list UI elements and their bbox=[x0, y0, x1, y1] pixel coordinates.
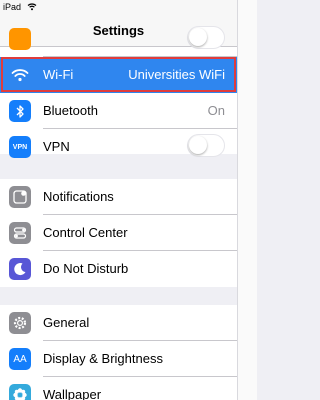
vpn-label: VPN bbox=[43, 139, 70, 154]
bluetooth-label: Bluetooth bbox=[43, 103, 98, 118]
display-icon-text: AA bbox=[13, 353, 27, 365]
display-brightness-label: Display & Brightness bbox=[43, 351, 163, 366]
airplane-mode-icon bbox=[9, 28, 31, 50]
bluetooth-icon bbox=[9, 100, 31, 122]
settings-row-bluetooth[interactable]: Bluetooth On bbox=[0, 93, 237, 129]
control-center-icon bbox=[9, 222, 31, 244]
wifi-label: Wi-Fi bbox=[43, 67, 74, 82]
settings-row-display-brightness[interactable]: AA Display & Brightness bbox=[0, 341, 237, 377]
status-bar: iPad bbox=[0, 0, 257, 14]
wifi-icon bbox=[9, 64, 31, 86]
vpn-toggle[interactable] bbox=[187, 134, 225, 157]
settings-row-do-not-disturb[interactable]: Do Not Disturb bbox=[0, 251, 237, 287]
network-group: Wi-Fi Universities WiFi Bluetooth On VPN… bbox=[0, 26, 237, 158]
display-brightness-icon: AA bbox=[9, 348, 31, 370]
settings-row-control-center[interactable]: Control Center bbox=[0, 215, 237, 251]
airplane-mode-toggle[interactable] bbox=[187, 26, 225, 49]
settings-row-wallpaper[interactable]: Wallpaper bbox=[0, 377, 237, 400]
wifi-network-name: Universities WiFi bbox=[128, 67, 225, 82]
vpn-icon-text: VPN bbox=[12, 143, 28, 151]
control-center-label: Control Center bbox=[43, 225, 128, 240]
general-group: General AA Display & Brightness Wallpape… bbox=[0, 305, 237, 400]
settings-row-vpn[interactable]: VPN VPN bbox=[0, 129, 237, 165]
toggle-knob bbox=[189, 28, 207, 46]
carrier-label: iPad bbox=[3, 2, 22, 12]
moon-icon bbox=[9, 258, 31, 280]
bluetooth-status: On bbox=[207, 103, 225, 118]
wallpaper-icon bbox=[9, 384, 31, 400]
settings-row-notifications[interactable]: Notifications bbox=[0, 179, 237, 215]
notifications-icon bbox=[9, 186, 31, 208]
toggle-knob bbox=[189, 136, 207, 154]
gear-icon bbox=[9, 312, 31, 334]
settings-row-general[interactable]: General bbox=[0, 305, 237, 341]
notifications-group: Notifications Control Center Do Not Dist… bbox=[0, 179, 237, 287]
vpn-icon: VPN bbox=[9, 136, 31, 158]
hidden-row[interactable] bbox=[0, 21, 237, 57]
wifi-signal-icon bbox=[27, 3, 37, 11]
notifications-label: Notifications bbox=[43, 189, 114, 204]
detail-pane-edge bbox=[237, 0, 257, 400]
general-label: General bbox=[43, 315, 90, 330]
settings-row-wifi[interactable]: Wi-Fi Universities WiFi bbox=[0, 57, 237, 93]
wallpaper-label: Wallpaper bbox=[43, 387, 102, 400]
do-not-disturb-label: Do Not Disturb bbox=[43, 261, 129, 276]
